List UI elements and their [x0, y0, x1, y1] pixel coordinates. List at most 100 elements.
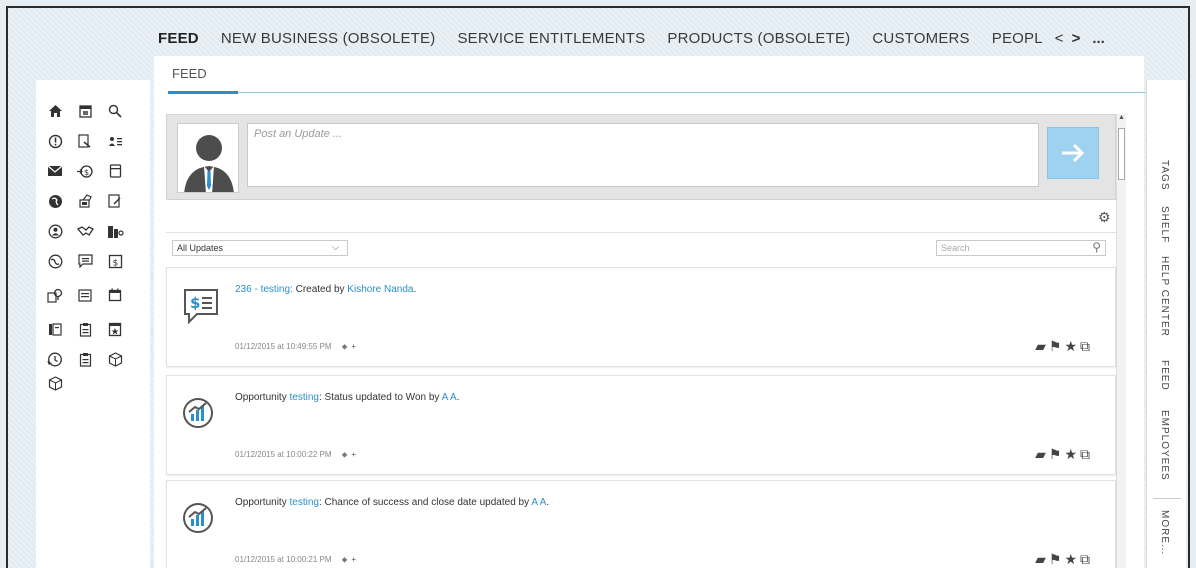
- app-frame: FEED NEW BUSINESS (OBSOLETE) SERVICE ENT…: [6, 6, 1190, 568]
- gear-icon[interactable]: ⚙: [1098, 209, 1111, 226]
- tag-icon[interactable]: ⬥: [342, 555, 348, 564]
- search-icon[interactable]: [106, 102, 124, 120]
- tab-products[interactable]: PRODUCTS (OBSOLETE): [667, 30, 850, 47]
- star-icon[interactable]: ★: [1064, 338, 1080, 354]
- payment-icon[interactable]: $: [76, 162, 94, 180]
- shelf-icon[interactable]: ⧉: [1080, 338, 1093, 354]
- user-link[interactable]: A A: [442, 392, 457, 403]
- calendar-icon[interactable]: [76, 102, 94, 120]
- vtab-shelf[interactable]: SHELF: [1159, 206, 1170, 243]
- subtab-feed[interactable]: FEED: [172, 66, 207, 81]
- feed-item-message: : Status updated to Won by: [318, 392, 442, 403]
- list-icon[interactable]: [76, 286, 94, 304]
- tabs-more-button[interactable]: ...: [1092, 30, 1105, 47]
- books-icon[interactable]: [46, 320, 64, 338]
- comment-icon[interactable]: ▰: [1035, 551, 1049, 567]
- home-icon[interactable]: [46, 102, 64, 120]
- chat-icon[interactable]: [76, 252, 94, 270]
- tab-prev-button[interactable]: <: [1055, 30, 1064, 47]
- tab-next-button[interactable]: >: [1072, 30, 1081, 47]
- tab-feed[interactable]: FEED: [158, 30, 199, 47]
- feed-item-prefix: Opportunity: [235, 392, 290, 403]
- shelf-icon[interactable]: ⧉: [1080, 446, 1093, 462]
- tab-customers[interactable]: CUSTOMERS: [872, 30, 969, 47]
- invoice-icon[interactable]: $: [106, 252, 124, 270]
- updates-filter-select[interactable]: All Updates ⌵: [172, 240, 348, 256]
- mail-icon[interactable]: [46, 162, 64, 180]
- scrollbar-thumb[interactable]: [1118, 128, 1125, 180]
- feed-item-text: Opportunity testing: Status updated to W…: [235, 392, 459, 403]
- record-link[interactable]: testing: [289, 497, 318, 508]
- tag-icon[interactable]: ⬥: [342, 342, 348, 351]
- clipboard-icon[interactable]: [76, 320, 94, 338]
- globe-icon[interactable]: [46, 192, 64, 210]
- alert-icon[interactable]: [46, 132, 64, 150]
- add-tag-icon[interactable]: +: [351, 450, 356, 459]
- search-placeholder: Search: [941, 243, 970, 253]
- user-circle-icon[interactable]: [46, 222, 64, 240]
- record-link[interactable]: 236 - testing:: [235, 284, 293, 295]
- tab-scroll-arrows: < >: [1051, 30, 1085, 47]
- vtab-employees[interactable]: EMPLOYEES: [1159, 410, 1170, 481]
- feed-item-prefix: Opportunity: [235, 497, 290, 508]
- comment-icon[interactable]: ▰: [1035, 446, 1049, 462]
- edit-icon[interactable]: [106, 192, 124, 210]
- feed-item: Opportunity testing: Status updated to W…: [166, 375, 1116, 475]
- vtab-help-center[interactable]: HELP CENTER: [1159, 256, 1170, 337]
- invoice-chat-icon: $: [181, 286, 221, 326]
- svg-text:$: $: [112, 258, 118, 268]
- event-icon[interactable]: [106, 320, 124, 338]
- scroll-up-icon[interactable]: ▲: [1118, 114, 1125, 121]
- map-pin-icon[interactable]: [46, 286, 64, 304]
- subtab-active-indicator: [168, 91, 238, 94]
- feed-panel: FEED Post an Update ... ▲ ⚙ All Updates …: [154, 56, 1148, 568]
- report-icon[interactable]: [76, 132, 94, 150]
- tab-service-entitlements[interactable]: SERVICE ENTITLEMENTS: [457, 30, 645, 47]
- feed-search-input[interactable]: Search ⚲: [936, 240, 1106, 256]
- tag-icon[interactable]: ⬥: [342, 450, 348, 459]
- add-tag-icon[interactable]: +: [351, 342, 356, 351]
- handshake-icon[interactable]: [76, 222, 94, 240]
- tab-new-business[interactable]: NEW BUSINESS (OBSOLETE): [221, 30, 436, 47]
- calendar-blank-icon[interactable]: [106, 286, 124, 304]
- add-tag-icon[interactable]: +: [351, 555, 356, 564]
- feed-scrollbar[interactable]: ▲: [1116, 114, 1126, 568]
- subtab-divider: [168, 92, 1148, 93]
- svg-text:$: $: [190, 294, 200, 312]
- clipboard-check-icon[interactable]: [76, 350, 94, 368]
- tab-people[interactable]: PEOPL: [992, 30, 1043, 47]
- shelf-icon[interactable]: ⧉: [1080, 551, 1093, 567]
- post-update-input[interactable]: Post an Update ...: [247, 123, 1039, 187]
- search-icon[interactable]: ⚲: [1092, 240, 1101, 254]
- vtab-more[interactable]: MORE...: [1159, 510, 1170, 555]
- comment-icon[interactable]: ▰: [1035, 338, 1049, 354]
- feed-item-end: .: [413, 284, 417, 295]
- flag-icon[interactable]: ⚑: [1049, 551, 1065, 567]
- cube-icon[interactable]: [46, 374, 64, 392]
- flag-icon[interactable]: ⚑: [1049, 446, 1065, 462]
- feed-item-end: .: [546, 497, 550, 508]
- opportunity-icon: [181, 501, 221, 541]
- vtab-tags[interactable]: TAGS: [1159, 160, 1170, 190]
- feed-item-end: .: [456, 392, 460, 403]
- post-submit-button[interactable]: [1047, 127, 1099, 179]
- user-link[interactable]: A A: [531, 497, 546, 508]
- star-icon[interactable]: ★: [1064, 551, 1080, 567]
- star-icon[interactable]: ★: [1064, 446, 1080, 462]
- phone-icon[interactable]: [76, 192, 94, 210]
- flag-icon[interactable]: ⚑: [1049, 338, 1065, 354]
- arrow-right-icon: [1062, 143, 1085, 163]
- vtab-feed[interactable]: FEED: [1159, 360, 1170, 391]
- history-icon[interactable]: [46, 350, 64, 368]
- top-navigation: FEED NEW BUSINESS (OBSOLETE) SERVICE ENT…: [158, 26, 1105, 50]
- box-icon[interactable]: [106, 350, 124, 368]
- vtab-separator: [1153, 498, 1181, 499]
- contacts-icon[interactable]: [106, 132, 124, 150]
- document-icon[interactable]: [106, 162, 124, 180]
- world-icon[interactable]: [46, 252, 64, 270]
- building-icon[interactable]: [106, 222, 124, 240]
- right-vertical-tabs: TAGS SHELF HELP CENTER FEED EMPLOYEES MO…: [1146, 80, 1186, 568]
- feed-item-message: : Chance of success and close date updat…: [318, 497, 532, 508]
- record-link[interactable]: testing: [289, 392, 318, 403]
- user-link[interactable]: Kishore Nanda: [347, 284, 413, 295]
